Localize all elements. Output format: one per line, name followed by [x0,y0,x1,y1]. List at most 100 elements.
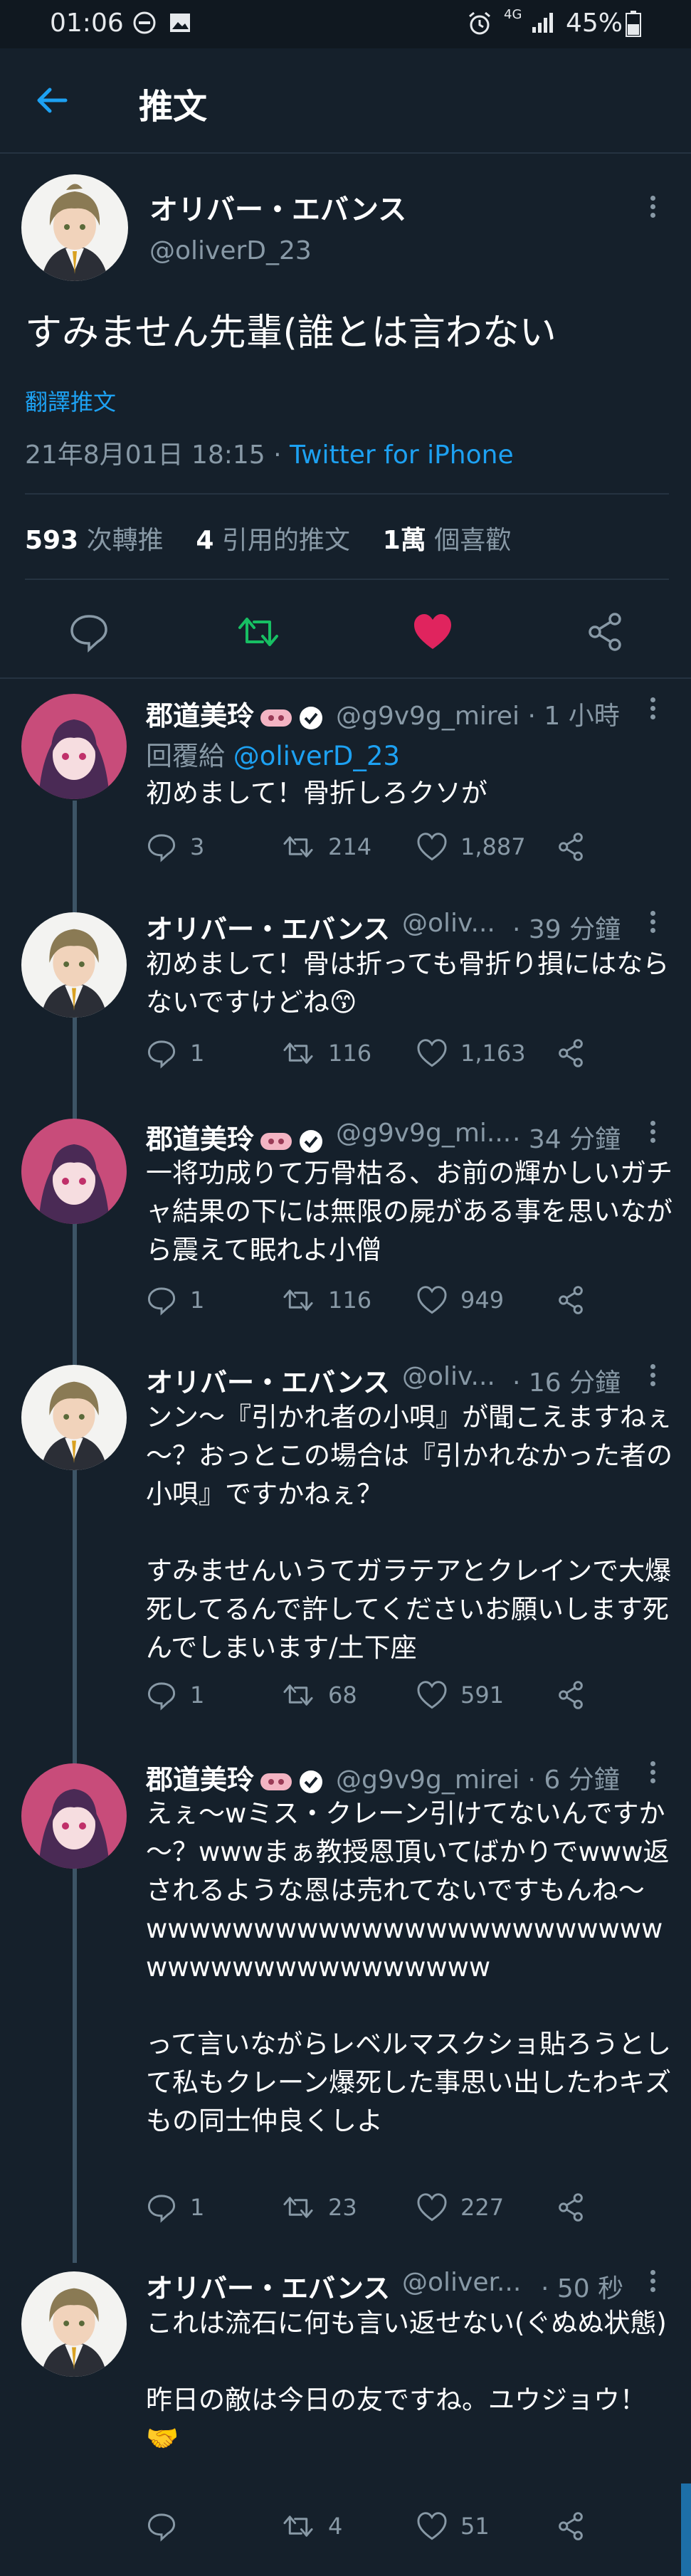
share-icon [559,833,583,861]
like-button[interactable]: 227 [416,2192,504,2223]
share-icon [559,2193,583,2222]
avatar-mirei[interactable] [21,1763,127,1869]
pig-nose-badge-icon [260,1773,292,1790]
avatar-oliver[interactable] [21,174,128,281]
reply-actions: 3 214 1,887 [146,831,672,874]
main-author-handle[interactable]: @oliverD_23 [149,236,312,265]
avatar-oliver[interactable] [21,2271,127,2377]
reply-time: · 34 分鐘 [512,1125,621,1154]
avatar-oliver[interactable] [21,1365,127,1470]
share-icon [559,1681,583,1709]
reply-author-name[interactable]: 郡道美玲 [146,1758,324,1797]
retweet-button[interactable]: 116 [281,1284,371,1316]
heart-icon [417,2193,447,2222]
retweet-count-label[interactable]: 次轉推 [87,526,164,555]
share-button[interactable] [555,831,599,862]
tweet-stats: 593 次轉推 4 引用的推文 1萬 個喜歡 [25,519,511,556]
retweet-icon[interactable] [237,611,280,653]
more-icon[interactable] [644,907,661,950]
translate-tweet-link[interactable]: 翻譯推文 [25,384,116,417]
reply-button[interactable]: 3 [146,831,204,862]
reply-author-handle[interactable]: @oliv... [402,1362,495,1391]
share-button[interactable] [555,1038,599,1069]
more-icon[interactable] [644,192,661,235]
avatar-mirei[interactable] [21,694,127,799]
back-arrow-icon[interactable] [34,83,70,118]
retweet-icon [283,1042,313,1064]
like-button[interactable]: 51 [416,2511,490,2542]
reply-author-handle[interactable]: @g9v9g_mirei · 1 小時 [336,695,620,732]
reply-author-handle[interactable]: @g9v9g_mirei · 6 分鐘 [336,1759,620,1796]
reply-button[interactable]: 1 [146,2192,204,2223]
like-button[interactable]: 949 [416,1284,504,1316]
quote-count[interactable]: 4 [196,526,213,555]
like-button[interactable]: 1,163 [416,1038,526,1069]
reply-button[interactable]: 1 [146,1038,204,1069]
share-icon [559,2512,583,2540]
reply-count: 1 [190,1287,205,1314]
reply-time: · 50 秒 [541,2274,624,2303]
reply-author-name[interactable]: オリバー・エバンス [146,1361,390,1400]
reply-time: · 39 分鐘 [512,915,621,944]
reply-author-handle[interactable]: @g9v9g_mi... [336,1119,511,1148]
reply-button[interactable]: 1 [146,1284,204,1316]
reply-button[interactable] [146,2511,190,2542]
avatar-oliver[interactable] [21,912,127,1018]
more-icon[interactable] [644,1117,661,1160]
retweet-count[interactable]: 593 [25,526,78,555]
reply-author-name[interactable]: 郡道美玲 [146,694,324,733]
reply-actions: 1 68 591 [146,1679,672,1722]
like-button[interactable]: 1,887 [416,831,526,862]
retweet-button[interactable]: 116 [281,1038,371,1069]
reply-author-name[interactable]: オリバー・エバンス [146,907,390,946]
reply-count: 3 [190,833,205,860]
reply-button[interactable]: 1 [146,1679,204,1711]
like-count: 1,163 [460,1040,526,1067]
share-button[interactable] [555,2192,599,2223]
scrollbar-thumb[interactable] [681,2483,691,2576]
like-button[interactable]: 591 [416,1679,504,1711]
share-button[interactable] [555,2511,599,2542]
heart-icon[interactable] [411,611,454,653]
reply-to-handle[interactable]: @oliverD_23 [233,741,400,771]
retweet-icon [283,2197,313,2218]
retweet-button[interactable]: 4 [281,2511,342,2542]
reply-author-handle[interactable]: @oliv... [402,909,495,938]
do-not-disturb-icon [133,11,156,34]
heart-icon [417,833,447,861]
reply-text: 初めまして！骨折しろクソが [146,778,487,808]
avatar-image [21,2271,127,2377]
main-author-name[interactable]: オリバー・エバンス [149,186,406,228]
retweet-button[interactable]: 68 [281,1679,357,1711]
reply-text: えぇ～wミス・クレーン引けてないんですか～？wwwまぁ教授恩頂いてばかりでwww… [146,1798,672,2136]
like-count[interactable]: 1萬 [383,526,426,555]
more-icon[interactable] [644,694,661,737]
pig-nose-badge-icon [260,709,292,727]
thread-line [73,801,77,2263]
reply-icon[interactable] [68,611,110,653]
reply-author-handle[interactable]: @oliver... [402,2268,521,2297]
quote-count-label[interactable]: 引用的推文 [222,526,350,555]
tweet-source[interactable]: Twitter for iPhone [290,440,514,470]
more-icon[interactable] [644,2266,661,2309]
retweet-count: 4 [328,2513,343,2540]
avatar-mirei[interactable] [21,1119,127,1224]
tweet-meta: 21年8月01日 18:15 · Twitter for iPhone [25,434,514,471]
share-icon[interactable] [584,611,626,653]
retweet-button[interactable]: 214 [281,831,371,862]
divider [25,493,669,495]
more-icon[interactable] [644,1361,661,1403]
share-button[interactable] [555,1679,599,1711]
reply-time: · 16 分鐘 [512,1368,621,1398]
share-icon [559,1286,583,1314]
like-count: 949 [460,1287,505,1314]
reply-author-name[interactable]: オリバー・エバンス [146,2266,390,2306]
share-button[interactable] [555,1284,599,1316]
retweet-button[interactable]: 23 [281,2192,357,2223]
like-count-label[interactable]: 個喜歡 [434,526,511,555]
more-icon[interactable] [644,1758,661,1800]
reply-icon [147,834,176,862]
reply-icon [147,1682,176,1711]
reply-author-name[interactable]: 郡道美玲 [146,1117,324,1156]
avatar-image [21,1365,127,1470]
